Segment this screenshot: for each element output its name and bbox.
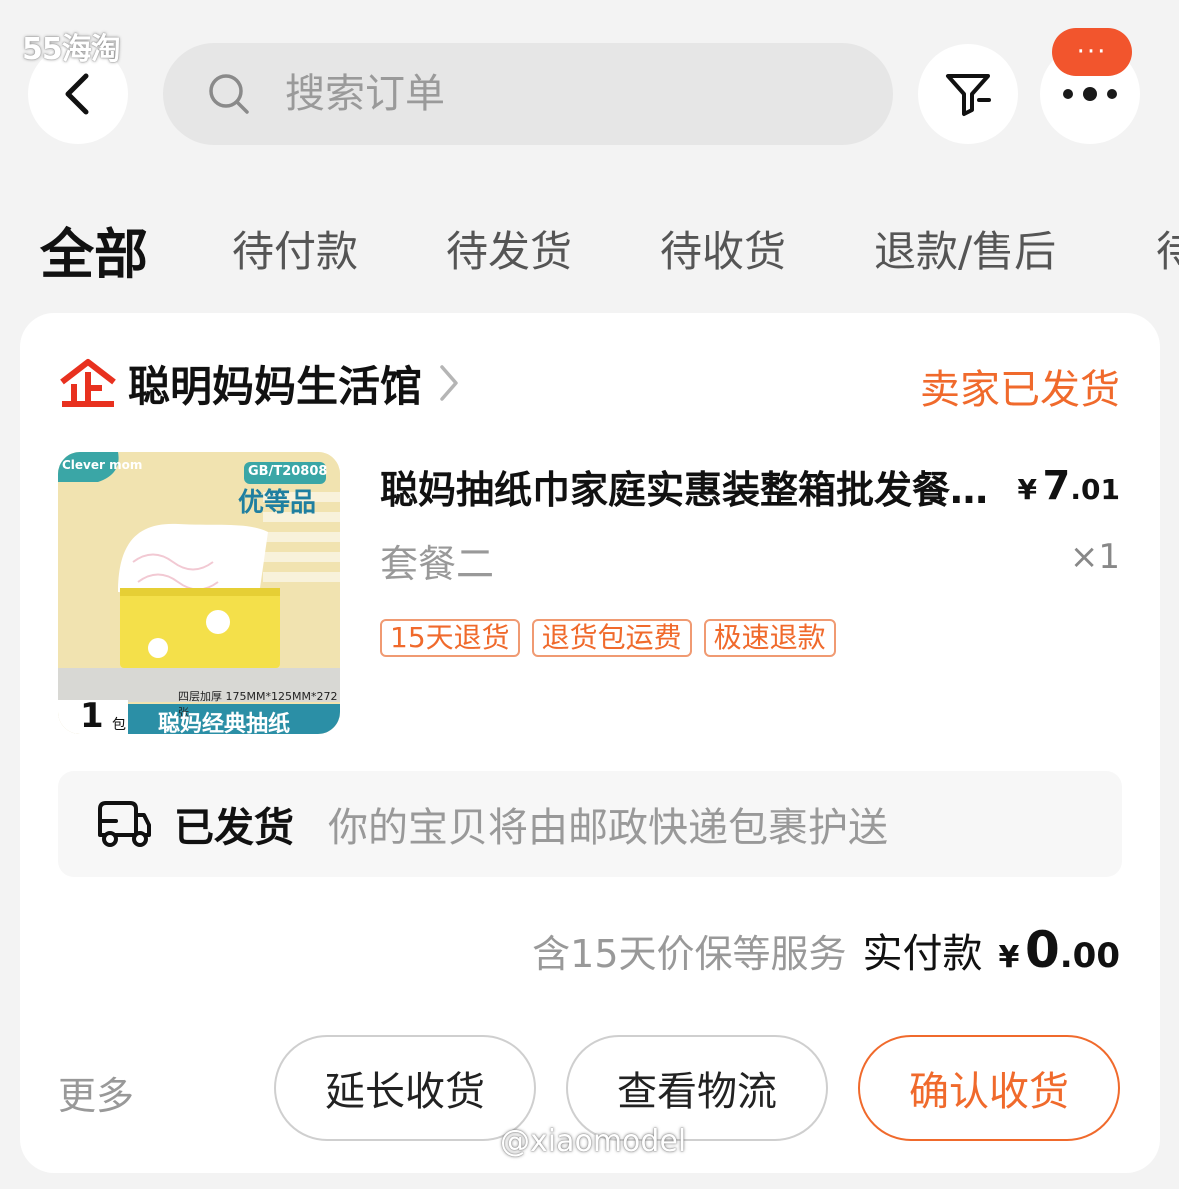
product-price: ¥ 7.01 (1017, 463, 1120, 509)
cert-badge: GB/T20808 (248, 464, 328, 479)
grade-badge: 优等品 (238, 488, 317, 518)
paid-amount-label: 实付款 (862, 931, 983, 977)
service-tags: 15天退货 退货包运费 极速退款 (380, 619, 836, 657)
filter-button[interactable] (918, 44, 1018, 144)
price-integer: 7 (1042, 463, 1071, 509)
chevron-left-icon (65, 73, 89, 115)
paid-symbol: ¥ (998, 940, 1020, 975)
brand-logo-text: Clever mom (62, 458, 143, 472)
tag-15-day-return: 15天退货 (380, 619, 520, 657)
tab-pending-shipment[interactable]: 待发货 (446, 218, 572, 279)
tab-all[interactable]: 全部 (40, 210, 148, 289)
tag-fast-refund: 极速退款 (703, 619, 836, 657)
search-input[interactable] (285, 71, 805, 117)
order-card[interactable]: 聪明妈妈生活馆 卖家已发货 Clever mom GB/T20808 优等品 四… (20, 313, 1160, 1173)
order-tabs: 全部 待付款 待发货 待收货 退款/售后 待 (0, 200, 1179, 290)
enterprise-shop-icon (60, 359, 116, 407)
price-protection-note: 含15天价保等服务 (532, 932, 847, 976)
extend-receipt-button[interactable]: 延长收货 (274, 1035, 536, 1141)
price-symbol: ¥ (1017, 473, 1037, 506)
product-variant: 套餐二 (380, 542, 495, 586)
truck-icon (98, 801, 151, 847)
pack-count: 1 (80, 696, 104, 734)
tag-return-shipping: 退货包运费 (531, 619, 692, 657)
shipping-state: 已发货 (174, 805, 294, 851)
paid-amount: ¥ 0.00 (999, 921, 1120, 979)
chevron-right-icon (440, 365, 458, 401)
payment-summary: 含15天价保等服务 实付款 ¥ 0.00 (532, 921, 1120, 979)
search-bar[interactable] (163, 43, 893, 145)
paid-integer: 0 (1024, 921, 1060, 979)
shipping-info[interactable]: 已发货 你的宝贝将由邮政快递包裹护送 (58, 771, 1122, 877)
filter-icon (946, 74, 991, 116)
product-image[interactable]: Clever mom GB/T20808 优等品 四层加厚 175MM*125M… (58, 452, 340, 734)
watermark-logo: 55海淘 (22, 32, 121, 67)
more-dots-icon (1063, 87, 1117, 101)
product-quantity: ×1 (1069, 537, 1120, 577)
tab-pending-payment[interactable]: 待付款 (232, 218, 358, 279)
dot (1063, 89, 1073, 99)
pack-unit: 包 (112, 717, 126, 733)
paid-decimal: .00 (1059, 936, 1120, 976)
order-list-page: 55海淘 ··· (0, 0, 1179, 1189)
header-bar: ··· (0, 0, 1179, 180)
tab-pending-receipt[interactable]: 待收货 (660, 218, 786, 279)
confirm-receipt-button[interactable]: 确认收货 (858, 1035, 1120, 1141)
shipping-description: 你的宝贝将由邮政快递包裹护送 (328, 805, 888, 851)
order-status: 卖家已发货 (920, 367, 1120, 413)
more-actions-link[interactable]: 更多 (58, 1065, 134, 1120)
search-icon (209, 74, 249, 114)
watermark-username: @xiaomodel (500, 1124, 687, 1159)
tab-pending-review[interactable]: 待 (1156, 218, 1179, 279)
shop-header[interactable]: 聪明妈妈生活馆 (58, 353, 460, 413)
dot (1107, 89, 1117, 99)
tab-refund-aftersale[interactable]: 退款/售后 (874, 218, 1056, 279)
price-decimal: .01 (1070, 473, 1120, 506)
shop-name: 聪明妈妈生活馆 (128, 361, 423, 411)
dot (1083, 87, 1097, 101)
banner-text: 聪妈经典抽纸 (158, 712, 291, 734)
message-badge: ··· (1052, 28, 1132, 76)
product-title[interactable]: 聪妈抽纸巾家庭实惠装整箱批发餐巾纸面巾纸卫生纸 (380, 459, 1010, 514)
